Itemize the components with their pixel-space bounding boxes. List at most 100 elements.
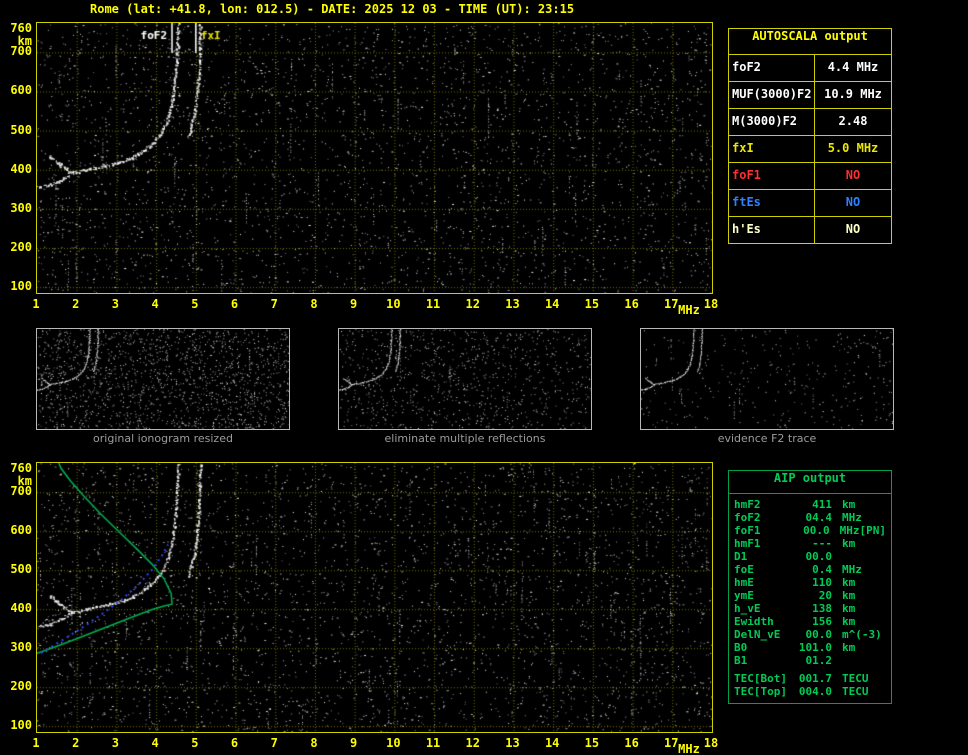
x-axis-tick: 14 bbox=[541, 297, 563, 311]
autoscala-param-value: 2.48 bbox=[815, 109, 891, 135]
autoscala-param-value: NO bbox=[815, 217, 891, 243]
aip-row-tec-bot-: TEC[Bot]001.7TECU bbox=[734, 672, 891, 685]
x-axis-tick: 3 bbox=[104, 297, 126, 311]
aip-output-table: AIP output hmF2411kmfoF204.4MHzfoF100.0M… bbox=[728, 470, 892, 704]
top-ionogram-canvas bbox=[37, 23, 712, 293]
aip-param-label: hmF1 bbox=[734, 537, 792, 550]
thumbnail-canvas-reflections bbox=[339, 329, 591, 429]
autoscala-param-value: 4.4 MHz bbox=[815, 55, 891, 81]
aip-row-d1: D100.0 bbox=[734, 550, 891, 563]
aip-param-value: 101.0 bbox=[792, 641, 832, 654]
autoscala-param-value: 10.9 MHz bbox=[815, 82, 891, 108]
aip-param-value: 20 bbox=[792, 589, 832, 602]
aip-param-label: foF1 bbox=[734, 524, 791, 537]
y-axis-tick: 200 bbox=[4, 679, 32, 693]
aip-param-unit: TECU bbox=[832, 685, 869, 698]
x-axis-tick: 16 bbox=[621, 297, 643, 311]
top-ionogram-plot bbox=[36, 22, 713, 294]
x-axis-tick: 12 bbox=[462, 297, 484, 311]
aip-param-unit: km bbox=[832, 615, 855, 628]
aip-param-unit: km bbox=[832, 602, 855, 615]
aip-param-unit: MHz bbox=[830, 524, 860, 537]
autoscala-output-table: AUTOSCALA output foF24.4 MHzMUF(3000)F21… bbox=[728, 28, 892, 244]
x-axis-tick: 15 bbox=[581, 736, 603, 750]
x-axis-tick: 10 bbox=[382, 297, 404, 311]
autoscala-param-label: h'Es bbox=[729, 217, 815, 243]
aip-param-value: 04.4 bbox=[792, 511, 832, 524]
x-axis-tick: 14 bbox=[541, 736, 563, 750]
y-axis-tick: 500 bbox=[4, 562, 32, 576]
page-title: Rome (lat: +41.8, lon: 012.5) - DATE: 20… bbox=[90, 2, 574, 16]
x-axis-tick: 5 bbox=[184, 297, 206, 311]
aip-param-label: hmF2 bbox=[734, 498, 792, 511]
thumbnail-caption-original: original ionogram resized bbox=[36, 432, 290, 445]
aip-param-label: TEC[Bot] bbox=[734, 672, 792, 685]
aip-param-label: h_vE bbox=[734, 602, 792, 615]
y-axis-tick: 760 bbox=[4, 461, 32, 475]
autoscala-param-label: M(3000)F2 bbox=[729, 109, 815, 135]
x-axis-tick: 1 bbox=[25, 736, 47, 750]
aip-param-value: 00.0 bbox=[792, 628, 832, 641]
x-axis-tick: 11 bbox=[422, 297, 444, 311]
aip-param-value: 004.0 bbox=[792, 685, 832, 698]
autoscala-param-value: NO bbox=[815, 190, 891, 216]
thumbnail-original-ionogram bbox=[36, 328, 290, 430]
thumbnail-canvas-evidence bbox=[641, 329, 893, 429]
aip-param-unit: km bbox=[832, 576, 855, 589]
aip-param-value: --- bbox=[792, 537, 832, 550]
aip-table-body: hmF2411kmfoF204.4MHzfoF100.0MHz[PN]hmF1-… bbox=[729, 494, 891, 703]
aip-param-unit: TECU bbox=[832, 672, 869, 685]
x-axis-tick: 7 bbox=[263, 297, 285, 311]
x-axis-tick: 2 bbox=[65, 297, 87, 311]
y-axis-tick: 500 bbox=[4, 123, 32, 137]
x-axis-unit-label: MHz bbox=[678, 742, 708, 755]
thumbnail-canvas-original bbox=[37, 329, 289, 429]
thumbnail-caption-evidence: evidence F2 trace bbox=[640, 432, 894, 445]
x-axis-tick: 8 bbox=[303, 297, 325, 311]
aip-param-unit: MHz bbox=[832, 563, 862, 576]
y-axis-tick: 300 bbox=[4, 640, 32, 654]
aip-param-label: TEC[Top] bbox=[734, 685, 792, 698]
autoscala-param-label: MUF(3000)F2 bbox=[729, 82, 815, 108]
aip-row-b1: B101.2 bbox=[734, 654, 891, 667]
x-axis-tick: 12 bbox=[462, 736, 484, 750]
aip-param-unit bbox=[832, 550, 842, 563]
autoscala-row-fof1: foF1NO bbox=[729, 162, 891, 189]
aip-param-value: 411 bbox=[792, 498, 832, 511]
x-axis-tick: 9 bbox=[343, 297, 365, 311]
aip-row-yme: ymE20km bbox=[734, 589, 891, 602]
thumbnail-caption-reflections: eliminate multiple reflections bbox=[338, 432, 592, 445]
aip-param-value: 138 bbox=[792, 602, 832, 615]
autoscala-row-h-es: h'EsNO bbox=[729, 216, 891, 243]
y-axis-tick: 100 bbox=[4, 279, 32, 293]
y-axis-tick: 760 bbox=[4, 21, 32, 35]
aip-param-label: foF2 bbox=[734, 511, 792, 524]
x-axis-tick: 13 bbox=[501, 736, 523, 750]
autoscala-row-muf-3000-f2: MUF(3000)F210.9 MHz bbox=[729, 81, 891, 108]
y-axis-tick: 400 bbox=[4, 162, 32, 176]
aip-param-value: 00.0 bbox=[791, 524, 830, 537]
aip-row-ewidth: Ewidth156km bbox=[734, 615, 891, 628]
aip-row-fof1: foF100.0MHz[PN] bbox=[734, 524, 891, 537]
aip-table-header: AIP output bbox=[729, 471, 891, 494]
aip-param-unit: MHz bbox=[832, 511, 862, 524]
bottom-ionogram-canvas bbox=[37, 463, 712, 732]
x-axis-tick: 9 bbox=[343, 736, 365, 750]
x-axis-tick: 13 bbox=[501, 297, 523, 311]
autoscala-table-header: AUTOSCALA output bbox=[729, 29, 891, 54]
y-axis-unit-label: km bbox=[4, 34, 32, 48]
x-axis-tick: 4 bbox=[144, 736, 166, 750]
autoscala-param-label: fxI bbox=[729, 136, 815, 162]
aip-param-unit: km bbox=[832, 589, 855, 602]
aip-param-label: B1 bbox=[734, 654, 792, 667]
x-axis-tick: 4 bbox=[144, 297, 166, 311]
aip-row-hmf1: hmF1---km bbox=[734, 537, 891, 550]
aip-row-hme: hmE110km bbox=[734, 576, 891, 589]
autoscala-param-value: 5.0 MHz bbox=[815, 136, 891, 162]
autoscala-window: Rome (lat: +41.8, lon: 012.5) - DATE: 20… bbox=[0, 0, 968, 755]
y-axis-tick: 200 bbox=[4, 240, 32, 254]
autoscala-param-label: ftEs bbox=[729, 190, 815, 216]
thumbnail-eliminate-reflections bbox=[338, 328, 592, 430]
aip-param-unit bbox=[832, 654, 842, 667]
x-axis-tick: 1 bbox=[25, 297, 47, 311]
